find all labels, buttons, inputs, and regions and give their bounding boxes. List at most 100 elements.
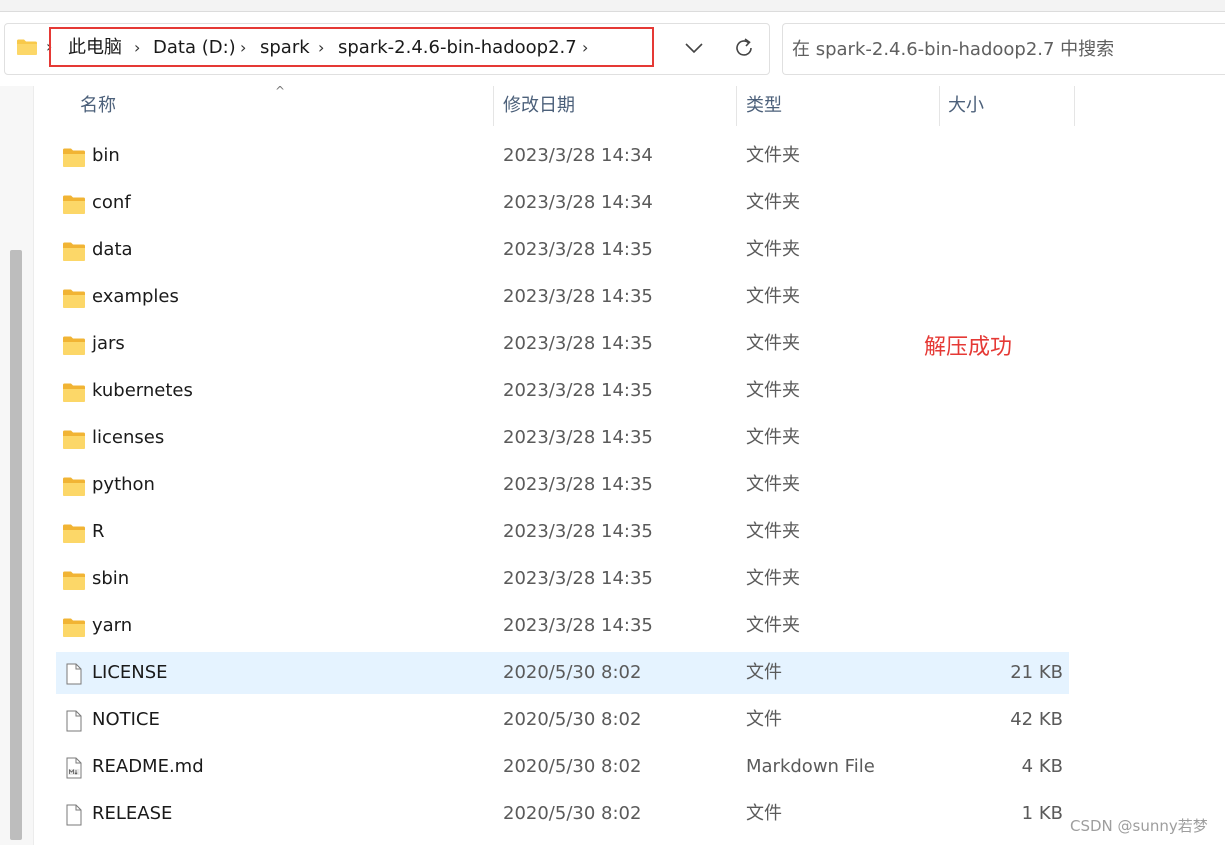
- chevron-right-icon[interactable]: ›: [582, 37, 588, 59]
- folder-icon: [63, 195, 85, 214]
- file-date: 2023/3/28 14:35: [503, 427, 653, 448]
- breadcrumb-spark-dir[interactable]: spark-2.4.6-bin-hadoop2.7: [338, 37, 577, 59]
- file-type: 文件夹: [746, 474, 800, 495]
- file-name: yarn: [92, 615, 133, 636]
- file-type: 文件夹: [746, 615, 800, 636]
- folder-icon: [63, 289, 85, 308]
- sort-up-icon: ^: [275, 84, 286, 98]
- file-type: 文件夹: [746, 380, 800, 401]
- folder-icon: [63, 477, 85, 496]
- file-row-python[interactable]: python 2023/3/28 14:35 文件夹: [56, 464, 1069, 506]
- file-row-sbin[interactable]: sbin 2023/3/28 14:35 文件夹: [56, 558, 1069, 600]
- file-name: R: [92, 521, 105, 542]
- file-type: 文件夹: [746, 568, 800, 589]
- refresh-icon[interactable]: [730, 34, 758, 62]
- file-type: 文件夹: [746, 192, 800, 213]
- file-name: README.md: [92, 756, 204, 777]
- file-row-notice[interactable]: NOTICE 2020/5/30 8:02 文件 42 KB: [56, 699, 1069, 741]
- folder-icon: [17, 39, 37, 55]
- file-date: 2023/3/28 14:35: [503, 286, 653, 307]
- file-row-conf[interactable]: conf 2023/3/28 14:34 文件夹: [56, 182, 1069, 224]
- file-name: LICENSE: [92, 662, 168, 683]
- file-size: 4 KB: [1021, 756, 1063, 777]
- file-row-data[interactable]: data 2023/3/28 14:35 文件夹: [56, 229, 1069, 271]
- breadcrumb-data-drive[interactable]: Data (D:): [153, 37, 236, 59]
- file-date: 2020/5/30 8:02: [503, 662, 642, 683]
- column-header-type[interactable]: 类型: [746, 94, 782, 118]
- folder-icon: [63, 383, 85, 402]
- file-row-license[interactable]: LICENSE 2020/5/30 8:02 文件 21 KB: [56, 652, 1069, 694]
- scrollbar-thumb[interactable]: [10, 250, 22, 840]
- file-name: NOTICE: [92, 709, 160, 730]
- column-header-size[interactable]: 大小: [948, 94, 984, 118]
- file-icon: [66, 804, 82, 826]
- file-type: Markdown File: [746, 756, 875, 777]
- folder-icon: [63, 242, 85, 261]
- column-divider[interactable]: [939, 86, 940, 126]
- file-row-yarn[interactable]: yarn 2023/3/28 14:35 文件夹: [56, 605, 1069, 647]
- file-row-release[interactable]: RELEASE 2020/5/30 8:02 文件 1 KB: [56, 793, 1069, 835]
- file-size: 1 KB: [1021, 803, 1063, 824]
- file-row-examples[interactable]: examples 2023/3/28 14:35 文件夹: [56, 276, 1069, 318]
- breadcrumb-spark[interactable]: spark: [260, 37, 310, 59]
- file-date: 2023/3/28 14:34: [503, 192, 653, 213]
- file-date: 2020/5/30 8:02: [503, 803, 642, 824]
- file-date: 2023/3/28 14:35: [503, 380, 653, 401]
- file-date: 2023/3/28 14:35: [503, 568, 653, 589]
- file-size: 42 KB: [1010, 709, 1063, 730]
- file-row-licenses[interactable]: licenses 2023/3/28 14:35 文件夹: [56, 417, 1069, 459]
- folder-icon: [63, 571, 85, 590]
- file-name: kubernetes: [92, 380, 193, 401]
- file-name: licenses: [92, 427, 165, 448]
- file-name: data: [92, 239, 133, 260]
- column-divider[interactable]: [493, 86, 494, 126]
- file-name: conf: [92, 192, 131, 213]
- file-name: bin: [92, 145, 120, 166]
- file-type: 文件夹: [746, 286, 800, 307]
- folder-icon: [63, 430, 85, 449]
- search-input[interactable]: [792, 36, 1212, 62]
- file-type: 文件: [746, 662, 782, 683]
- file-date: 2020/5/30 8:02: [503, 709, 642, 730]
- file-name: RELEASE: [92, 803, 173, 824]
- file-type: 文件夹: [746, 427, 800, 448]
- file-date: 2023/3/28 14:35: [503, 239, 653, 260]
- column-header-name[interactable]: 名称: [80, 94, 116, 118]
- folder-icon: [63, 148, 85, 167]
- file-icon: [66, 710, 82, 732]
- column-divider[interactable]: [1074, 86, 1075, 126]
- chevron-right-icon[interactable]: ›: [240, 37, 246, 59]
- file-type: 文件夹: [746, 333, 800, 354]
- column-header-date[interactable]: 修改日期: [503, 94, 575, 118]
- file-date: 2023/3/28 14:35: [503, 333, 653, 354]
- markdown-file-icon: [66, 757, 82, 779]
- file-type: 文件: [746, 709, 782, 730]
- file-row-kubernetes[interactable]: kubernetes 2023/3/28 14:35 文件夹: [56, 370, 1069, 412]
- file-row-jars[interactable]: jars 2023/3/28 14:35 文件夹: [56, 323, 1069, 365]
- file-type: 文件夹: [746, 145, 800, 166]
- breadcrumb-this-pc[interactable]: 此电脑: [68, 37, 122, 59]
- file-name: python: [92, 474, 155, 495]
- file-date: 2023/3/28 14:35: [503, 474, 653, 495]
- file-name: sbin: [92, 568, 130, 589]
- file-icon: [66, 663, 82, 685]
- file-date: 2020/5/30 8:02: [503, 756, 642, 777]
- file-name: examples: [92, 286, 179, 307]
- folder-icon: [63, 336, 85, 355]
- file-date: 2023/3/28 14:35: [503, 521, 653, 542]
- chevron-down-icon[interactable]: [680, 34, 708, 62]
- chevron-right-icon[interactable]: ›: [134, 37, 140, 59]
- file-row-readme[interactable]: README.md 2020/5/30 8:02 Markdown File 4…: [56, 746, 1069, 788]
- watermark: CSDN @sunny若梦: [1070, 817, 1208, 835]
- file-type: 文件夹: [746, 521, 800, 542]
- file-type: 文件: [746, 803, 782, 824]
- window-top-edge: [0, 0, 1225, 12]
- column-divider[interactable]: [736, 86, 737, 126]
- annotation-text: 解压成功: [924, 335, 1013, 360]
- file-type: 文件夹: [746, 239, 800, 260]
- file-date: 2023/3/28 14:35: [503, 615, 653, 636]
- chevron-right-icon[interactable]: ›: [318, 37, 324, 59]
- file-size: 21 KB: [1010, 662, 1063, 683]
- file-row-bin[interactable]: bin 2023/3/28 14:34 文件夹: [56, 135, 1069, 177]
- file-row-r[interactable]: R 2023/3/28 14:35 文件夹: [56, 511, 1069, 553]
